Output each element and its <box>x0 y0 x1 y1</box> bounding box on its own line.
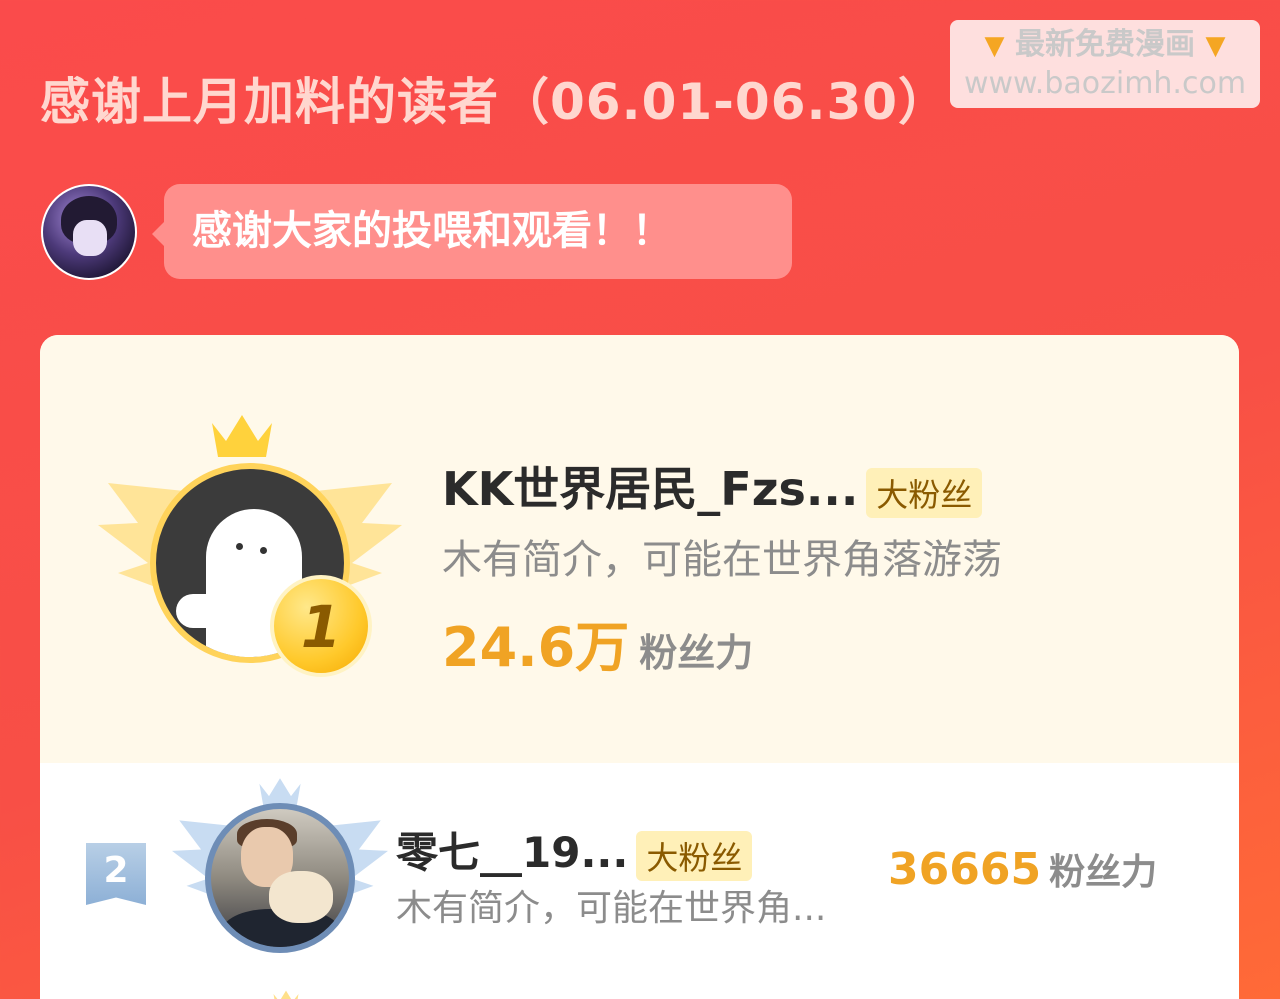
message-text: 感谢大家的投喂和观看！！ <box>192 208 672 254</box>
page-title: 感谢上月加料的读者（06.01-06.30） <box>40 73 950 131</box>
ranking-item-2[interactable]: 2 零七__19... 大粉丝 木有简介，可能在世界角... 36665 粉丝力 <box>40 763 1239 999</box>
fan-badge: 大粉丝 <box>866 467 983 518</box>
pointing-down-finger-icon: ▼ <box>984 31 1005 61</box>
user-description: 木有简介，可能在世界角... <box>396 888 827 929</box>
user-name[interactable]: KK世界居民_Fzs... <box>442 462 858 516</box>
avatar[interactable] <box>205 803 355 953</box>
pointing-down-finger-icon: ▼ <box>1205 31 1226 61</box>
crown-icon <box>212 415 272 457</box>
message-bubble: 感谢大家的投喂和观看！！ <box>152 184 792 279</box>
fan-power: 36665 粉丝力 <box>888 843 1157 895</box>
fan-badge: 大粉丝 <box>636 830 753 881</box>
rank-badge: 2 <box>86 843 146 905</box>
rank-medal: 1 <box>270 575 372 677</box>
fan-power-label: 粉丝力 <box>639 631 754 675</box>
watermark[interactable]: ▼ 最新免费漫画 ▼ www.baozimh.com <box>950 20 1260 108</box>
fan-power-value: 36665 <box>888 844 1042 895</box>
ranking-card: 1 KK世界居民_Fzs... 大粉丝 木有简介，可能在世界角落游荡 24.6万粉… <box>40 335 1239 999</box>
watermark-text: 最新免费漫画 <box>1015 27 1195 62</box>
fan-power-label: 粉丝力 <box>1049 852 1158 893</box>
watermark-url: www.baozimh.com <box>963 66 1247 101</box>
ranking-item-1[interactable]: 1 KK世界居民_Fzs... 大粉丝 木有简介，可能在世界角落游荡 24.6万粉… <box>40 335 1239 763</box>
fan-power: 24.6万 粉丝力 <box>442 603 753 682</box>
user-description: 木有简介，可能在世界角落游荡 <box>442 537 1002 583</box>
user-name[interactable]: 零七__19... <box>396 828 628 877</box>
fan-power-value: 24.6万 <box>442 616 630 679</box>
author-avatar[interactable] <box>41 184 137 280</box>
crown-icon <box>273 990 299 999</box>
